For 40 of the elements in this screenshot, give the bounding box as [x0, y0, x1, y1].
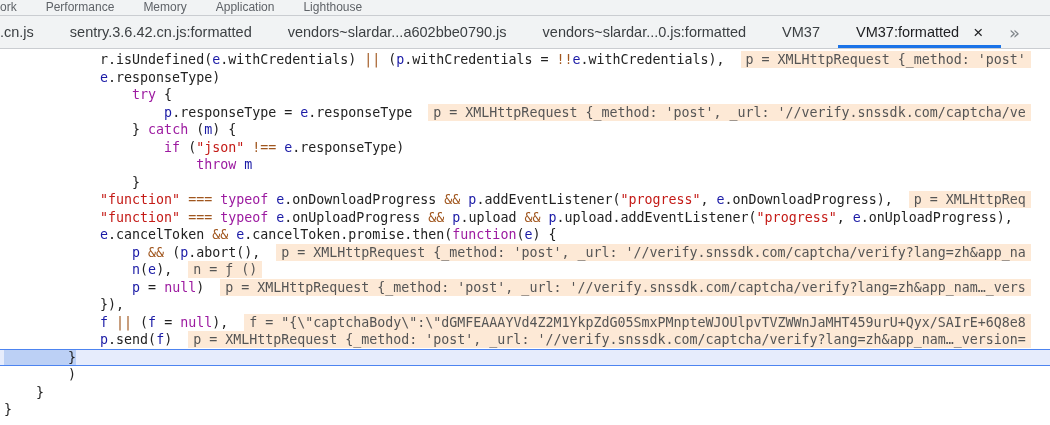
code-line: }	[131, 174, 141, 190]
code-line: r.isUndefined(e.withCredentials) || (p.withCredentials = !!e.withCredentials),	[99, 52, 725, 68]
code-line: }),	[99, 297, 125, 313]
inline-value: n = ƒ ()	[188, 261, 263, 279]
inline-value: f = "{\"captchaBody\":\"dGMFEAAAYVd4Z2M1YkpZdG05SmxPMnpteWJOUlpvTVZWWnJaMHT459urU+Qyx/SAIrE+6Q8e8	[244, 313, 1031, 331]
inline-value: p = XMLHttpRequest {_method: 'post', _url: '//verify.snssdk.com/captcha/verify?lang=zh&app_na	[276, 243, 1031, 261]
file-tab[interactable]: .cn.js	[0, 16, 52, 48]
code-line: throw m	[195, 157, 253, 173]
panel-tab[interactable]: ork	[0, 0, 17, 15]
code-line: p.responseType = e.responseType	[163, 104, 413, 120]
code-line: f || (f = null),	[99, 314, 229, 330]
code-line: "function" === typeof e.onUploadProgress && p.upload && p.upload.addEventListener("progress", e.onUploadProgress),	[99, 209, 1013, 225]
code-line: n(e),	[131, 262, 173, 278]
code-line: p.send(f)	[99, 332, 173, 348]
code-line: e.cancelToken && e.cancelToken.promise.then(function(e) {	[99, 227, 557, 243]
file-tab[interactable]: vendors~slardar...0.js:formatted	[524, 16, 765, 48]
inline-value: p = XMLHttpRequest {_method: 'post', _url: '//verify.snssdk.com/captcha/ve	[428, 103, 1031, 121]
code-line: e.responseType)	[99, 69, 221, 85]
code-line: p = null)	[131, 279, 205, 295]
inline-value: p = XMLHttpRequest {_method: 'post'	[740, 51, 1031, 69]
code-line: } catch (m) {	[131, 122, 237, 138]
panel-tab[interactable]: Performance	[45, 0, 115, 15]
code-line: try {	[131, 87, 173, 103]
file-tab[interactable]: VM37:formatted ×	[838, 16, 1002, 48]
code-line: if ("json" !== e.responseType)	[163, 139, 405, 155]
code-line: }	[4, 402, 12, 418]
inline-value: p = XMLHttpRequest {_method: 'post', _url: '//verify.snssdk.com/captcha/verify?lang=zh&app_nam…_vers	[220, 278, 1031, 296]
file-tab[interactable]: VM37	[764, 16, 838, 48]
panel-tab[interactable]: Memory	[143, 0, 187, 15]
panel-tab[interactable]: Application	[215, 0, 275, 15]
inline-value: p = XMLHttpRequest {_method: 'post', _url: '//verify.snssdk.com/captcha/verify?lang=zh&app_nam…_version=	[188, 331, 1031, 349]
code-line: }	[35, 384, 45, 400]
close-button[interactable]: ×	[973, 23, 984, 41]
inline-value: p = XMLHttpReq	[908, 191, 1031, 209]
file-tab[interactable]: vendors~slardar...a602bbe0790.js	[269, 16, 525, 48]
panel-tab[interactable]: Lighthouse	[303, 0, 363, 15]
code-line: )	[67, 367, 77, 383]
file-tab[interactable]: sentry.3.6.42.cn.js:formatted	[51, 16, 270, 48]
code-line: p && (p.abort(),	[131, 244, 261, 260]
code-line: "function" === typeof e.onDownloadProgress && p.addEventListener("progress", e.onDownloadProgress),	[99, 192, 893, 208]
